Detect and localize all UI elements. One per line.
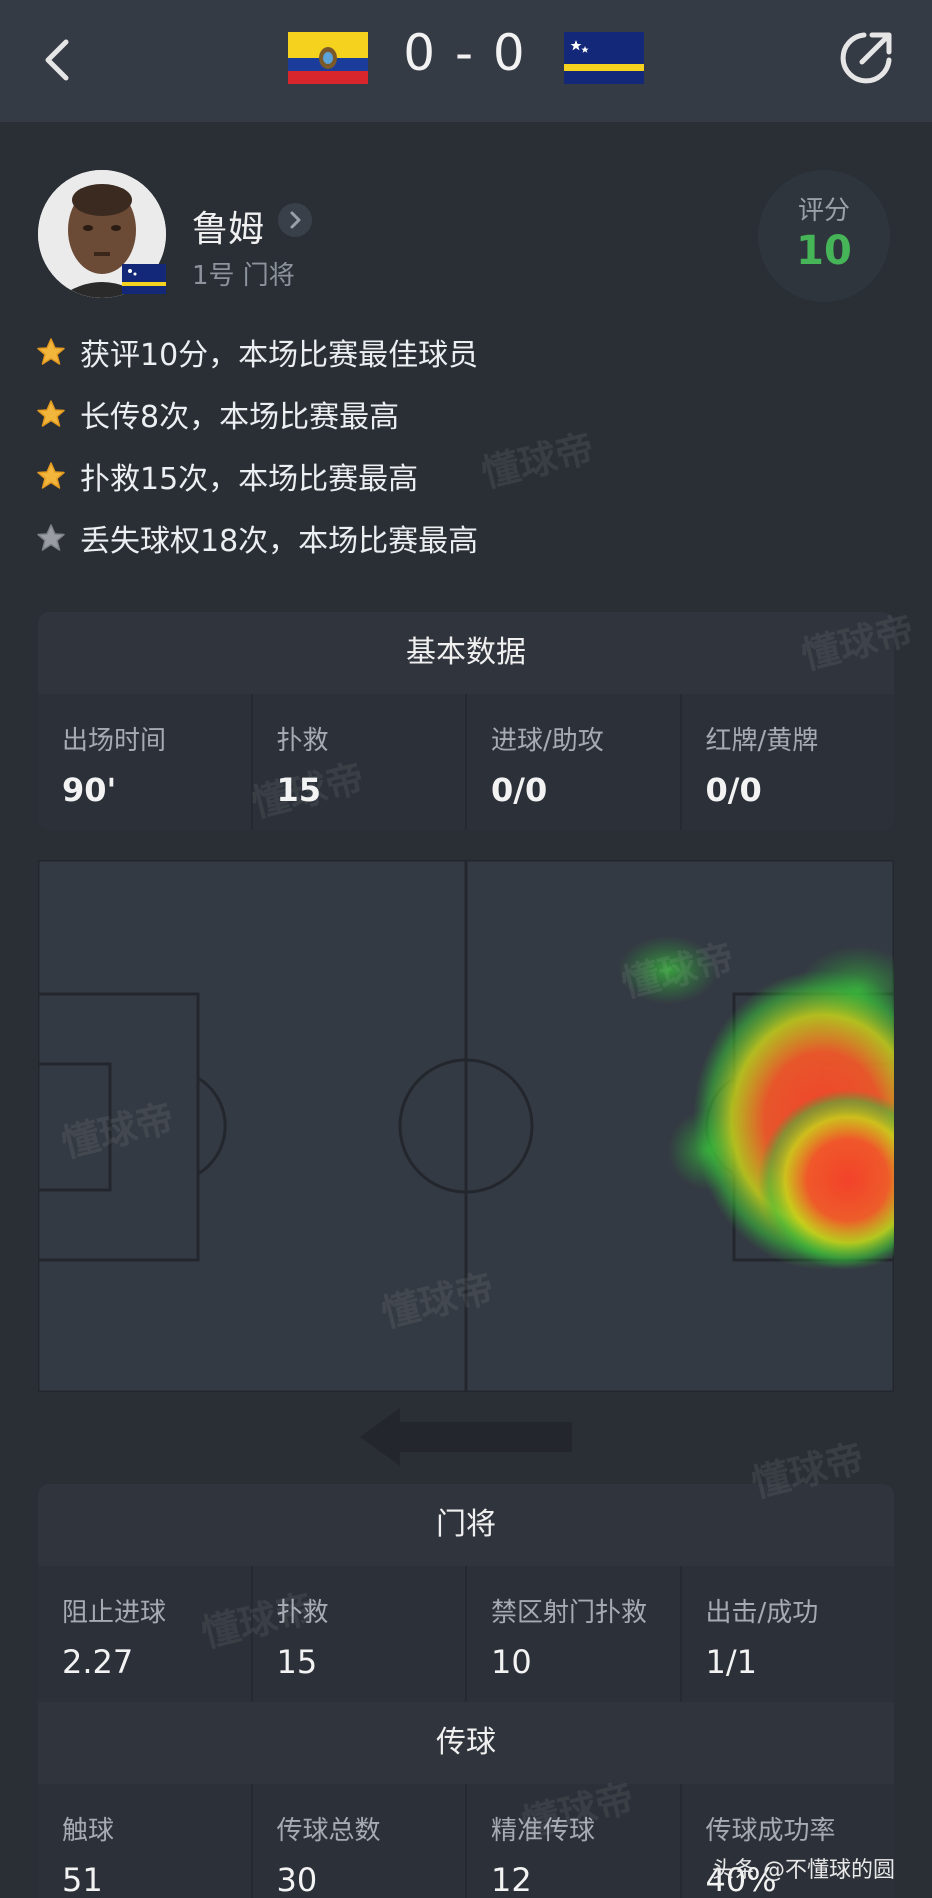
stat-value: 1/1 — [705, 1643, 758, 1681]
chevron-right-icon — [290, 211, 301, 229]
stat-label: 精准传球 — [491, 1816, 596, 1846]
passing-stats-title: 传球 — [38, 1702, 894, 1784]
stat-label: 出击/成功 — [705, 1598, 819, 1628]
achievement-item: 扑救15次，本场比赛最高 — [36, 456, 419, 497]
stat-label: 阻止进球 — [62, 1598, 167, 1628]
stat-label: 红牌/黄牌 — [705, 726, 819, 756]
basic-stats-card: 基本数据 出场时间 90' 扑救 15 进球/助攻 0/0 红牌/黄牌 0/0 — [38, 612, 894, 830]
goalkeeper-passing-card: 门将 阻止进球 2.27 扑救 15 禁区射门扑救 10 出击/成功 1/1 传… — [38, 1484, 894, 1898]
player-nationality-flag — [122, 264, 166, 294]
stat-cards: 红牌/黄牌 0/0 — [682, 694, 895, 830]
silver-star-icon — [37, 524, 65, 551]
stat-value: 0/0 — [705, 771, 762, 809]
stat-label: 传球成功率 — [705, 1816, 836, 1846]
share-icon — [840, 32, 892, 84]
stat-label: 禁区射门扑救 — [491, 1598, 648, 1628]
rating-value: 10 — [796, 228, 852, 274]
achievement-item: 获评10分，本场比赛最佳球员 — [36, 332, 479, 373]
stat-label: 扑救 — [276, 1598, 329, 1628]
basic-stats-row: 出场时间 90' 扑救 15 进球/助攻 0/0 红牌/黄牌 0/0 — [38, 694, 894, 830]
achievement-text: 长传8次，本场比赛最高 — [80, 400, 400, 435]
curacao-flag-icon — [564, 32, 644, 84]
goalkeeper-stats-title: 门将 — [38, 1484, 894, 1566]
achievement-item: 长传8次，本场比赛最高 — [36, 394, 400, 435]
achievement-item: 丢失球权18次，本场比赛最高 — [36, 518, 479, 559]
stat-saves-inside-box: 禁区射门扑救 10 — [467, 1566, 682, 1702]
stat-value: 10 — [491, 1643, 532, 1681]
achievement-text: 丢失球权18次，本场比赛最高 — [80, 524, 479, 559]
stat-value: 15 — [276, 771, 322, 809]
chevron-left-icon — [45, 39, 69, 81]
attack-direction-arrow — [360, 1408, 572, 1466]
source-credit: 头条 @不懂球的圆 — [712, 1858, 895, 1883]
stat-saves: 扑救 15 — [253, 1566, 467, 1702]
stat-minutes-played: 出场时间 90' — [38, 694, 253, 830]
gold-star-icon — [37, 462, 65, 489]
stat-label: 出场时间 — [62, 726, 167, 756]
top-bar: 0 - 0 — [0, 0, 932, 122]
rating-label: 评分 — [797, 196, 850, 226]
stat-value: 12 — [491, 1861, 532, 1898]
stat-label: 触球 — [62, 1816, 115, 1846]
stat-saves: 扑救 15 — [253, 694, 467, 830]
basic-stats-title: 基本数据 — [38, 612, 894, 694]
stat-label: 扑救 — [276, 726, 329, 756]
stat-label: 传球总数 — [276, 1816, 381, 1846]
back-button[interactable] — [38, 34, 78, 86]
stat-value: 2.27 — [62, 1643, 134, 1681]
arrow-left-icon — [360, 1408, 572, 1466]
match-score: 0 - 0 — [403, 24, 527, 82]
pitch-heatmap-graphic — [36, 858, 896, 1394]
player-name[interactable]: 鲁姆 — [192, 200, 264, 252]
gold-star-icon — [37, 338, 65, 365]
stat-goals-prevented: 阻止进球 2.27 — [38, 1566, 253, 1702]
player-detail-button[interactable] — [278, 203, 312, 237]
heatmap-pitch — [36, 858, 896, 1394]
achievement-text: 获评10分，本场比赛最佳球员 — [80, 338, 479, 373]
stat-value: 90' — [62, 771, 117, 809]
stat-goals-assists: 进球/助攻 0/0 — [467, 694, 682, 830]
player-number-position: 1号 门将 — [192, 261, 295, 291]
stat-value: 30 — [276, 1861, 318, 1898]
gold-star-icon — [37, 400, 65, 427]
ecuador-flag-icon — [288, 32, 368, 84]
share-button[interactable] — [836, 28, 896, 88]
home-team-flag[interactable] — [288, 32, 368, 84]
watermark: 懂球帝 — [477, 425, 599, 497]
achievement-text: 扑救15次，本场比赛最高 — [80, 462, 419, 497]
away-team-flag[interactable] — [564, 32, 644, 84]
stat-touches: 触球 51 — [38, 1784, 253, 1898]
stat-value: 15 — [276, 1643, 318, 1681]
stat-total-passes: 传球总数 30 — [253, 1784, 467, 1898]
curacao-flag-icon — [122, 264, 166, 294]
stat-label: 进球/助攻 — [491, 726, 604, 756]
stat-value: 0/0 — [491, 771, 548, 809]
stat-accurate-passes: 精准传球 12 — [467, 1784, 682, 1898]
stat-runs-out: 出击/成功 1/1 — [682, 1566, 895, 1702]
stat-value: 51 — [62, 1861, 103, 1898]
goalkeeper-stats-row: 阻止进球 2.27 扑救 15 禁区射门扑救 10 出击/成功 1/1 — [38, 1566, 894, 1702]
